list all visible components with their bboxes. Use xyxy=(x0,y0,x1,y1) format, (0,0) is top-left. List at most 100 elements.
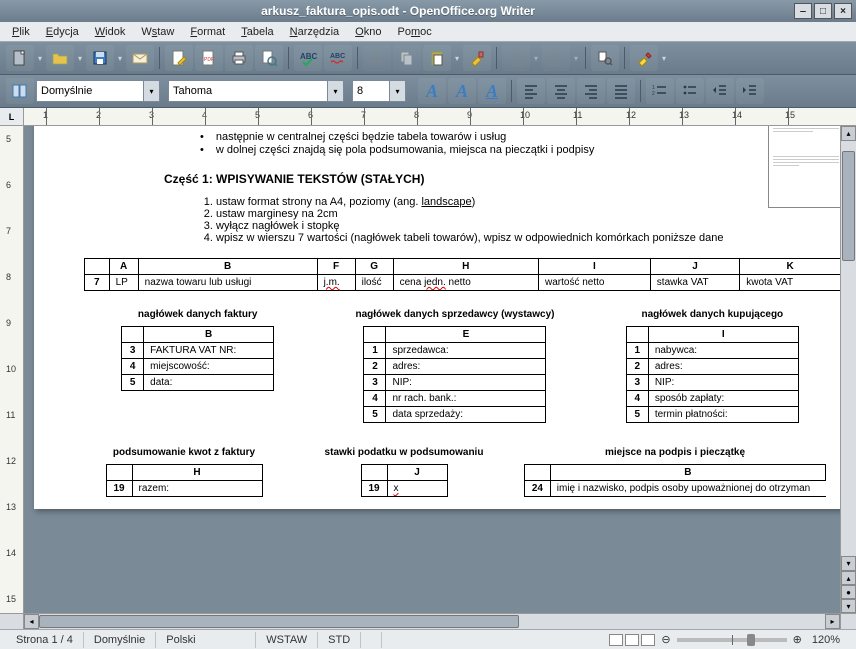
print-preview-button[interactable] xyxy=(255,45,283,71)
status-insert-mode[interactable]: WSTAW xyxy=(256,632,318,648)
paragraph-style-input[interactable] xyxy=(36,80,144,102)
menu-wstaw[interactable]: Wstaw xyxy=(133,24,182,40)
menu-plik[interactable]: Plik xyxy=(4,24,38,40)
scroll-up-button[interactable]: ▴ xyxy=(841,126,856,141)
minimize-button[interactable]: ‒ xyxy=(794,3,812,19)
align-right-button[interactable] xyxy=(577,78,605,104)
save-button[interactable] xyxy=(86,45,114,71)
zoom-slider[interactable] xyxy=(677,638,787,642)
increase-indent-button[interactable] xyxy=(736,78,764,104)
close-button[interactable]: × xyxy=(834,3,852,19)
document-page: następnie w centralnej części będzie tab… xyxy=(34,126,840,509)
table-col2: E 1sprzedawca: 2adres: 3NIP: 4nr rach. b… xyxy=(363,326,546,423)
table-row7: A B F G H I J K 7 LP nazwa towaru lub us… xyxy=(84,258,840,291)
menu-format[interactable]: Format xyxy=(182,24,233,40)
align-left-button[interactable] xyxy=(517,78,545,104)
status-style[interactable]: Domyślnie xyxy=(84,632,156,648)
view-single-icon[interactable] xyxy=(609,634,623,646)
scrollbar-horizontal[interactable]: ◂ ▸ xyxy=(24,614,840,629)
edit-doc-button[interactable] xyxy=(165,45,193,71)
col-title: nagłówek danych sprzedawcy (wystawcy) xyxy=(341,309,568,320)
step-item: wpisz w wierszu 7 wartości (nagłówek tab… xyxy=(216,232,826,244)
page-thumbnail xyxy=(768,126,840,208)
view-book-icon[interactable] xyxy=(641,634,655,646)
next-page-nav-button[interactable]: ▾ xyxy=(841,599,856,613)
font-size-input[interactable] xyxy=(352,80,390,102)
font-name-input[interactable] xyxy=(168,80,328,102)
zoom-page-button[interactable] xyxy=(591,45,619,71)
col-title: nagłówek danych kupującego xyxy=(599,309,826,320)
open-button[interactable] xyxy=(46,45,74,71)
svg-text:ABC: ABC xyxy=(330,53,345,60)
scroll-thumb-h[interactable] xyxy=(39,615,519,628)
font-size-select[interactable]: ▾ xyxy=(352,80,406,102)
prev-page-nav-button[interactable]: ▴ xyxy=(841,571,856,585)
paragraph-style-dropdown-icon[interactable]: ▾ xyxy=(144,80,160,102)
italic-button[interactable]: A xyxy=(448,78,476,104)
menu-tabela[interactable]: Tabela xyxy=(233,24,281,40)
redo-button[interactable] xyxy=(542,45,570,71)
auto-spellcheck-button[interactable]: ABC xyxy=(324,45,352,71)
paragraph-style-select[interactable]: ▾ xyxy=(36,80,160,102)
table-bot2: J 19x xyxy=(361,464,448,497)
nav-object-button[interactable]: ● xyxy=(841,585,856,599)
menu-edycja[interactable]: Edycja xyxy=(38,24,87,40)
statusbar: Strona 1 / 4 Domyślnie Polski WSTAW STD … xyxy=(0,629,856,649)
window-title: arkusz_faktura_opis.odt - OpenOffice.org… xyxy=(4,4,792,18)
align-justify-button[interactable] xyxy=(607,78,635,104)
bot-title: miejsce na podpis i pieczątkę xyxy=(524,447,826,458)
scroll-right-button[interactable]: ▸ xyxy=(825,614,840,629)
align-center-button[interactable] xyxy=(547,78,575,104)
menu-okno[interactable]: Okno xyxy=(347,24,389,40)
status-language[interactable]: Polski xyxy=(156,632,256,648)
ruler-vertical[interactable]: 56789101112131415 xyxy=(0,126,24,613)
font-name-select[interactable]: ▾ xyxy=(168,80,344,102)
scroll-down-button[interactable]: ▾ xyxy=(841,556,856,571)
cut-button[interactable] xyxy=(363,45,391,71)
view-multi-icon[interactable] xyxy=(625,634,639,646)
undo-button[interactable] xyxy=(502,45,530,71)
font-size-dropdown-icon[interactable]: ▾ xyxy=(390,80,406,102)
bullet-item: w dolnej części znajdą się pola podsumow… xyxy=(200,144,826,156)
paste-button[interactable] xyxy=(423,45,451,71)
highlight-marker-button[interactable] xyxy=(630,45,658,71)
step-item: ustaw marginesy na 2cm xyxy=(216,208,826,220)
zoom-knob[interactable] xyxy=(747,634,755,646)
underline-button[interactable]: A xyxy=(478,78,506,104)
bullet-list-button[interactable] xyxy=(676,78,704,104)
print-button[interactable] xyxy=(225,45,253,71)
zoom-in-icon[interactable]: ⊕ xyxy=(793,633,802,646)
document-viewport[interactable]: następnie w centralnej części będzie tab… xyxy=(24,126,840,613)
format-paintbrush-button[interactable] xyxy=(463,45,491,71)
decrease-indent-button[interactable] xyxy=(706,78,734,104)
table-col1: B 3FAKTURA VAT NR: 4miejscowość: 5data: xyxy=(121,326,274,391)
scroll-thumb-v[interactable] xyxy=(842,151,855,261)
numbered-list-button[interactable]: 12 xyxy=(646,78,674,104)
bold-button[interactable]: A xyxy=(418,78,446,104)
maximize-button[interactable]: □ xyxy=(814,3,832,19)
new-doc-button[interactable] xyxy=(6,45,34,71)
font-name-dropdown-icon[interactable]: ▾ xyxy=(328,80,344,102)
menu-widok[interactable]: Widok xyxy=(87,24,134,40)
view-layout-icons[interactable] xyxy=(603,634,661,646)
ruler-h-scale[interactable]: 123456789101112131415 xyxy=(24,108,856,125)
bullet-item: następnie w centralnej części będzie tab… xyxy=(200,131,826,143)
section-title: Część 1: WPISYWANIE TEKSTÓW (STAŁYCH) xyxy=(164,172,826,186)
copy-button[interactable] xyxy=(393,45,421,71)
scrollbar-horizontal-wrap: ◂ ▸ xyxy=(0,613,856,629)
status-selection-mode[interactable]: STD xyxy=(318,632,361,648)
zoom-out-icon[interactable]: ⊖ xyxy=(661,633,670,646)
svg-text:2: 2 xyxy=(652,91,655,97)
styles-button[interactable] xyxy=(6,78,34,104)
scrollbar-vertical[interactable]: ▴ ▾ ▴ ● ▾ xyxy=(840,126,856,613)
spellcheck-button[interactable]: ABC xyxy=(294,45,322,71)
status-zoom[interactable]: 120% xyxy=(802,632,850,648)
menu-pomoc[interactable]: Pomoc xyxy=(389,24,439,40)
scroll-left-button[interactable]: ◂ xyxy=(24,614,39,629)
status-modified-icon xyxy=(361,632,382,648)
status-page[interactable]: Strona 1 / 4 xyxy=(6,632,84,648)
menu-narzedzia[interactable]: Narzędzia xyxy=(282,24,348,40)
export-pdf-button[interactable]: PDF xyxy=(195,45,223,71)
email-button[interactable] xyxy=(126,45,154,71)
table-bot3: B 24imię i nazwisko, podpis osoby upoważ… xyxy=(524,464,826,497)
